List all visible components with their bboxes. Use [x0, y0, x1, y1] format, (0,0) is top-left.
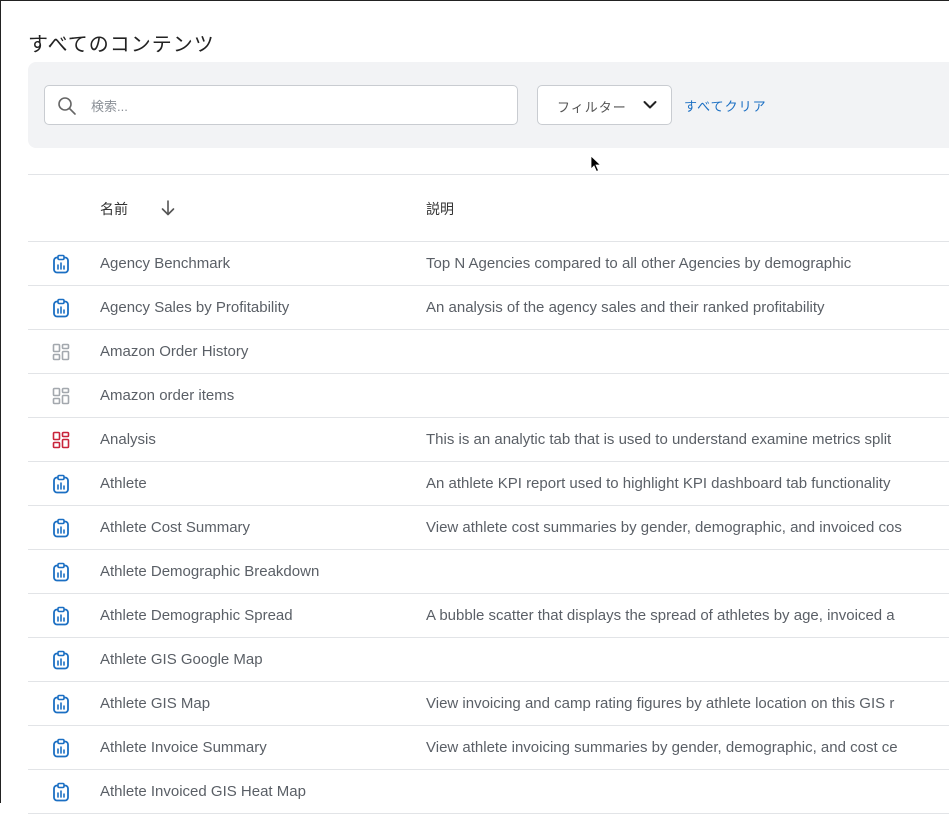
report-icon [52, 254, 70, 274]
table-row[interactable]: Athlete Demographic Breakdown [28, 550, 949, 594]
row-name[interactable]: Athlete Demographic Breakdown [100, 563, 319, 580]
chevron-down-icon [643, 101, 657, 109]
row-name[interactable]: Athlete Invoiced GIS Heat Map [100, 783, 306, 800]
report-icon [52, 518, 70, 538]
row-name[interactable]: Athlete Demographic Spread [100, 607, 293, 624]
row-description: A bubble scatter that displays the sprea… [426, 607, 895, 624]
mouse-cursor-icon [590, 155, 602, 173]
table-row[interactable]: Analysis This is an analytic tab that is … [28, 418, 949, 462]
table-row[interactable]: Amazon order items [28, 374, 949, 418]
frame-border-top [0, 0, 949, 1]
row-name[interactable]: Analysis [100, 431, 156, 448]
filter-label: フィルター [557, 100, 627, 115]
table-row[interactable]: Athlete GIS Map View invoicing and camp r… [28, 682, 949, 726]
row-name[interactable]: Athlete Cost Summary [100, 519, 250, 536]
row-name[interactable]: Athlete Invoice Summary [100, 739, 267, 756]
frame-border-left [0, 0, 1, 803]
sort-arrow-down-icon[interactable] [160, 199, 176, 217]
report-icon [52, 650, 70, 670]
page-title: すべてのコンテンツ [28, 34, 215, 56]
filter-toolbar: フィルター すべてクリア [28, 62, 949, 148]
table-row[interactable]: Athlete Demographic Spread A bubble scatt… [28, 594, 949, 638]
row-name[interactable]: Athlete [100, 475, 147, 492]
row-description: An analysis of the agency sales and thei… [426, 299, 825, 316]
report-icon [52, 782, 70, 802]
dashboard-gray-icon [52, 343, 70, 363]
column-header-name[interactable]: 名前 [100, 199, 128, 219]
row-name[interactable]: Agency Benchmark [100, 255, 230, 272]
row-name[interactable]: Agency Sales by Profitability [100, 299, 289, 316]
table-header-row: 名前 説明 [28, 175, 949, 242]
search-box[interactable] [44, 85, 518, 126]
row-description: This is an analytic tab that is used to … [426, 431, 892, 448]
row-name[interactable]: Athlete GIS Map [100, 695, 210, 712]
row-name[interactable]: Amazon order items [100, 387, 234, 404]
report-icon [52, 606, 70, 626]
row-description: Top N Agencies compared to all other Age… [426, 255, 852, 272]
row-description: View athlete invoicing summaries by gend… [426, 739, 898, 756]
search-icon [58, 97, 76, 115]
filter-dropdown[interactable]: フィルター [537, 85, 672, 125]
report-icon [52, 562, 70, 582]
table-row[interactable]: Athlete Cost Summary View athlete cost su… [28, 506, 949, 550]
column-header-description: 説明 [426, 201, 454, 217]
table-row[interactable]: Agency Benchmark Top N Agencies compared … [28, 242, 949, 286]
search-input[interactable] [89, 86, 513, 126]
report-icon [52, 738, 70, 758]
report-icon [52, 298, 70, 318]
report-icon [52, 474, 70, 494]
dashboard-red-icon [52, 431, 70, 451]
dashboard-gray-icon [52, 387, 70, 407]
row-description: View athlete cost summaries by gender, d… [426, 519, 902, 536]
table-row[interactable]: Amazon Order History [28, 330, 949, 374]
table-row[interactable]: Athlete Invoice Summary View athlete invo… [28, 726, 949, 770]
report-icon [52, 694, 70, 714]
table-row[interactable]: Athlete An athlete KPI report used to hig… [28, 462, 949, 506]
row-description: An athlete KPI report used to highlight … [426, 475, 891, 492]
row-name[interactable]: Amazon Order History [100, 343, 248, 360]
content-table-body: Agency Benchmark Top N Agencies compared … [28, 242, 949, 814]
table-row[interactable]: Agency Sales by Profitability An analysis… [28, 286, 949, 330]
row-name[interactable]: Athlete GIS Google Map [100, 651, 263, 668]
table-row[interactable]: Athlete Invoiced GIS Heat Map [28, 770, 949, 814]
clear-all-link[interactable]: すべてクリア [684, 96, 767, 115]
table-row[interactable]: Athlete GIS Google Map [28, 638, 949, 682]
row-description: View invoicing and camp rating figures b… [426, 695, 895, 712]
